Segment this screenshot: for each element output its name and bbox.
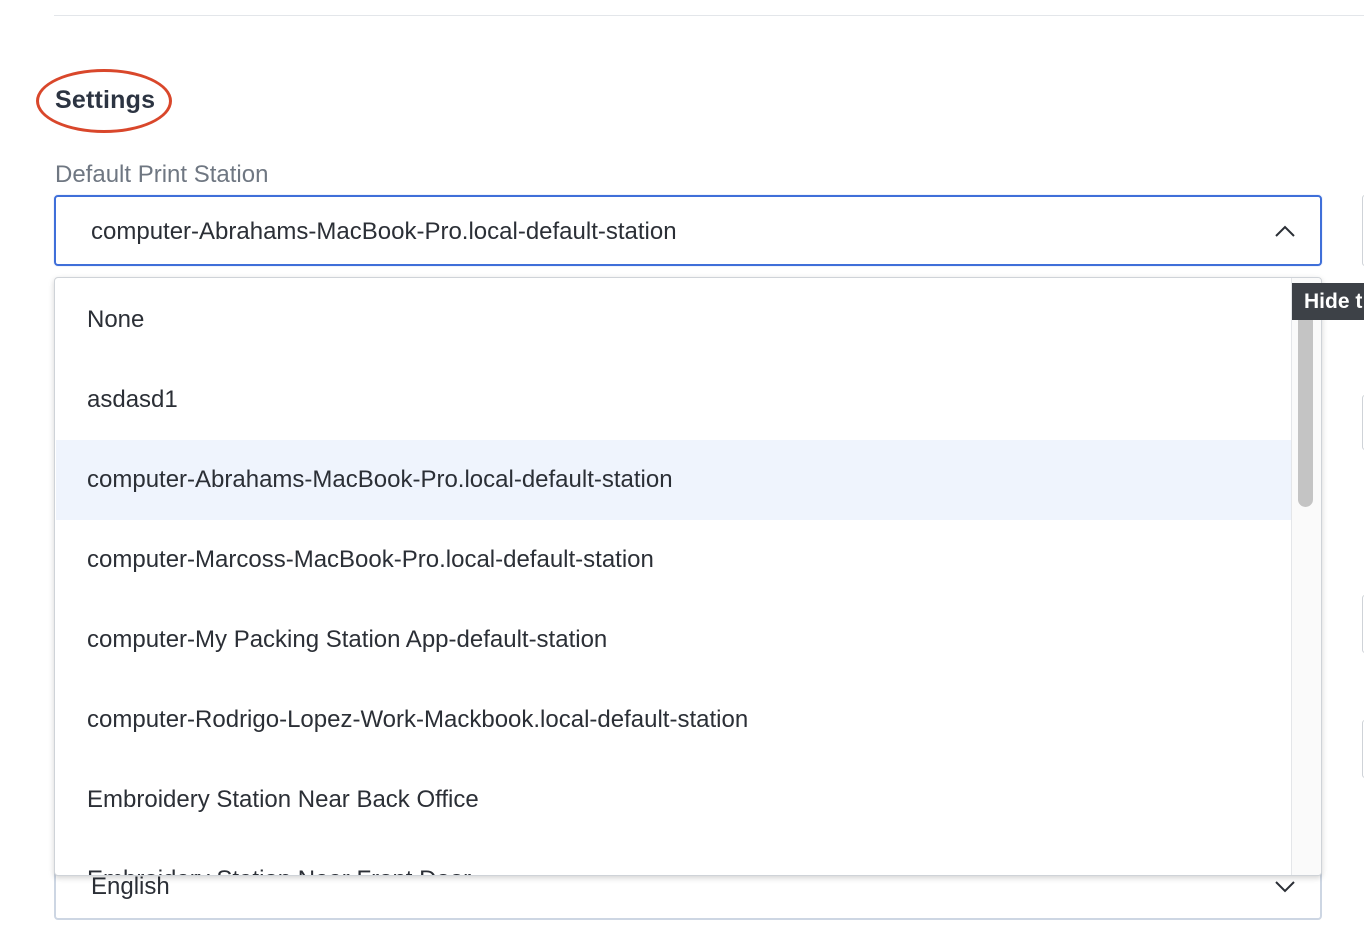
dropdown-option[interactable]: computer-Rodrigo-Lopez-Work-Mackbook.loc… xyxy=(56,680,1291,760)
dropdown-scrollbar-thumb[interactable] xyxy=(1298,311,1313,507)
hide-tooltip: Hide t xyxy=(1292,283,1364,320)
settings-page: Settings Default Print Station computer-… xyxy=(0,0,1364,926)
print-station-dropdown-menu: None asdasd1 computer-Abrahams-MacBook-P… xyxy=(54,277,1322,876)
dropdown-option[interactable]: computer-Marcoss-MacBook-Pro.local-defau… xyxy=(56,520,1291,600)
language-value: English xyxy=(91,873,170,900)
chevron-down-icon xyxy=(1275,881,1295,893)
default-print-station-select[interactable]: computer-Abrahams-MacBook-Pro.local-defa… xyxy=(54,195,1322,266)
dropdown-option-selected[interactable]: computer-Abrahams-MacBook-Pro.local-defa… xyxy=(56,440,1291,520)
dropdown-option[interactable]: computer-My Packing Station App-default-… xyxy=(56,600,1291,680)
dropdown-option[interactable]: None xyxy=(56,280,1291,360)
dropdown-option[interactable]: Embroidery Station Near Back Office xyxy=(56,760,1291,840)
default-print-station-value: computer-Abrahams-MacBook-Pro.local-defa… xyxy=(91,218,677,245)
settings-title: Settings xyxy=(55,86,156,114)
dropdown-option[interactable]: asdasd1 xyxy=(56,360,1291,440)
chevron-up-icon xyxy=(1275,225,1295,237)
default-print-station-label: Default Print Station xyxy=(55,161,269,188)
top-divider xyxy=(54,15,1364,16)
dropdown-option[interactable]: Embroidery Station Near Front Door xyxy=(56,840,1291,875)
